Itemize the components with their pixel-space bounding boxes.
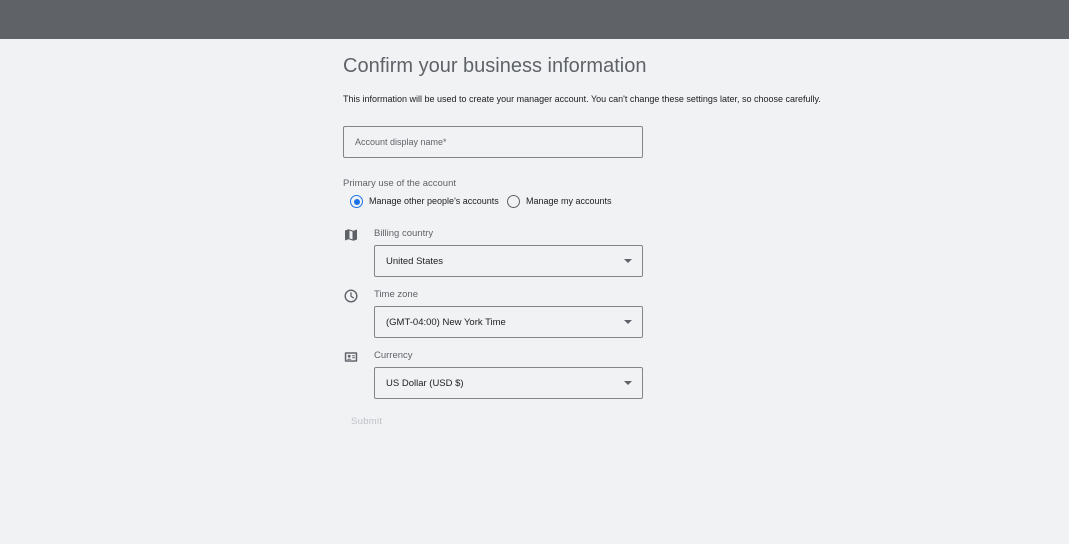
currency-label: Currency	[374, 350, 413, 361]
radio-label: Manage other people's accounts	[369, 196, 499, 206]
page-title: Confirm your business information	[343, 55, 647, 77]
billing-country-value: United States	[386, 256, 444, 267]
billing-country-label: Billing country	[374, 228, 434, 239]
time-zone-value: (GMT-04:00) New York Time	[386, 317, 506, 328]
map-icon	[345, 229, 357, 241]
currency-card-icon	[344, 352, 358, 362]
radio-unchecked-indicator	[507, 195, 520, 208]
dropdown-arrow-icon	[624, 381, 632, 385]
currency-value: US Dollar (USD $)	[386, 378, 464, 389]
currency-select[interactable]: US Dollar (USD $)	[374, 367, 643, 399]
page-description: This information will be used to create …	[343, 94, 821, 104]
billing-country-select[interactable]: United States	[374, 245, 643, 277]
primary-use-label: Primary use of the account	[343, 178, 456, 189]
dropdown-arrow-icon	[624, 259, 632, 263]
top-bar	[0, 0, 1069, 39]
time-zone-select[interactable]: (GMT-04:00) New York Time	[374, 306, 643, 338]
radio-checked-indicator	[350, 195, 363, 208]
dropdown-arrow-icon	[624, 320, 632, 324]
account-display-name-field[interactable]	[343, 126, 643, 158]
clock-icon	[344, 289, 358, 303]
submit-button[interactable]: Submit	[343, 411, 390, 431]
radio-label: Manage my accounts	[526, 196, 612, 206]
time-zone-label: Time zone	[374, 289, 418, 300]
account-display-name-input[interactable]	[344, 127, 635, 157]
